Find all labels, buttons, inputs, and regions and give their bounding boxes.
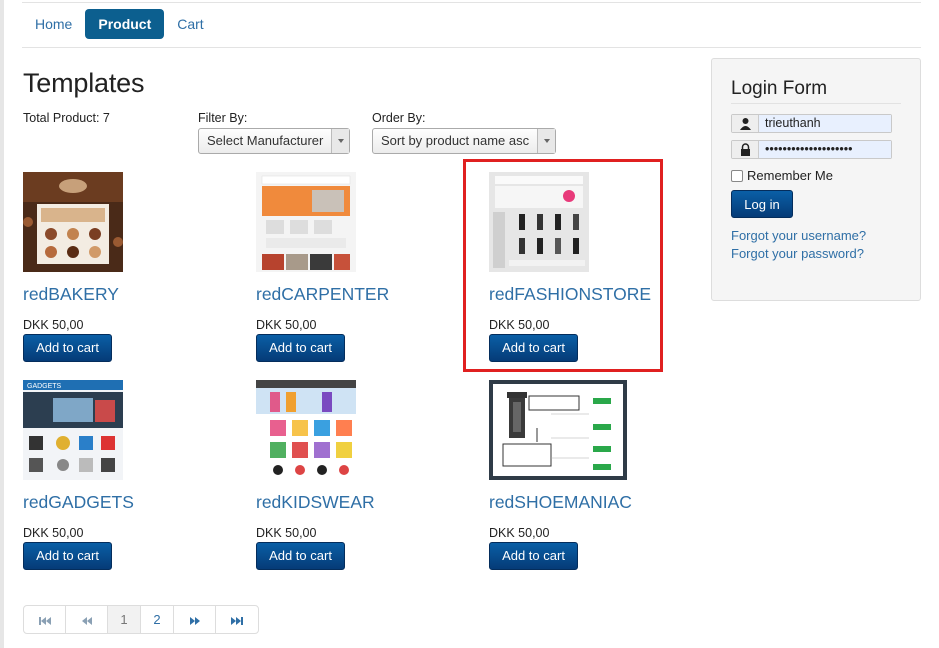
- order-label: Order By:: [372, 111, 426, 125]
- double-chevron-left-icon: [81, 616, 92, 625]
- remember-me-checkbox[interactable]: [731, 169, 743, 182]
- product-thumbnail-shoemaniac[interactable]: [489, 380, 627, 480]
- double-chevron-last-icon: [231, 616, 243, 625]
- chevron-down-icon: [331, 129, 349, 153]
- product-card-carpenter: redCARPENTER DKK 50,00 Add to cart: [256, 172, 456, 362]
- nav-divider: [22, 47, 921, 48]
- product-thumbnail-kidswear[interactable]: [256, 380, 356, 480]
- main-nav: Home Product Cart: [22, 9, 217, 41]
- pagination: 1 2: [23, 605, 259, 634]
- product-card-bakery: redBAKERY DKK 50,00 Add to cart: [23, 172, 223, 362]
- product-price: DKK 50,00: [256, 526, 317, 540]
- product-price: DKK 50,00: [256, 318, 317, 332]
- top-divider: [22, 2, 921, 3]
- page-2-button[interactable]: 2: [141, 606, 174, 633]
- nav-home[interactable]: Home: [22, 9, 85, 39]
- password-value: ••••••••••••••••••••: [759, 141, 891, 158]
- page-1-button[interactable]: 1: [108, 606, 141, 633]
- add-to-cart-button[interactable]: Add to cart: [256, 542, 345, 570]
- login-button[interactable]: Log in: [731, 190, 793, 218]
- product-thumbnail-gadgets[interactable]: GADGETS: [23, 380, 123, 480]
- product-name-link[interactable]: redBAKERY: [23, 284, 119, 305]
- product-card-kidswear: redKIDSWEAR DKK 50,00 Add to cart: [256, 380, 456, 570]
- product-card-shoemaniac: redSHOEMANIAC DKK 50,00 Add to cart: [489, 380, 689, 570]
- product-name-link[interactable]: redCARPENTER: [256, 284, 389, 305]
- forgot-username-link[interactable]: Forgot your username?: [731, 228, 866, 243]
- username-value: trieuthanh: [759, 115, 891, 132]
- highlight-box: [463, 159, 663, 372]
- product-name-link[interactable]: redGADGETS: [23, 492, 134, 513]
- product-name-link[interactable]: redKIDSWEAR: [256, 492, 375, 513]
- add-to-cart-button[interactable]: Add to cart: [23, 542, 112, 570]
- double-chevron-right-icon: [189, 616, 200, 625]
- order-select[interactable]: Sort by product name asc: [372, 128, 556, 154]
- left-border: [0, 0, 4, 648]
- next-page-button[interactable]: [174, 606, 216, 633]
- add-to-cart-button[interactable]: Add to cart: [489, 542, 578, 570]
- product-thumbnail-carpenter[interactable]: [256, 172, 356, 272]
- user-icon: [732, 115, 759, 132]
- product-card-gadgets: GADGETS redGADGETS DKK 50,00 Add to cart: [23, 380, 223, 570]
- password-field[interactable]: ••••••••••••••••••••: [731, 140, 892, 159]
- login-form: Login Form trieuthanh ••••••••••••••••••…: [711, 58, 921, 301]
- product-price: DKK 50,00: [23, 318, 84, 332]
- remember-me-label: Remember Me: [747, 168, 833, 183]
- product-thumbnail-bakery[interactable]: [23, 172, 123, 272]
- manufacturer-select[interactable]: Select Manufacturer: [198, 128, 350, 154]
- nav-cart[interactable]: Cart: [164, 9, 216, 39]
- manufacturer-select-value: Select Manufacturer: [207, 133, 324, 148]
- product-price: DKK 50,00: [23, 526, 84, 540]
- login-divider: [731, 103, 901, 104]
- svg-text:GADGETS: GADGETS: [27, 383, 62, 390]
- username-field[interactable]: trieuthanh: [731, 114, 892, 133]
- product-price: DKK 50,00: [489, 526, 550, 540]
- remember-me[interactable]: Remember Me: [731, 168, 833, 183]
- login-form-title: Login Form: [731, 78, 828, 99]
- chevron-down-icon: [537, 129, 555, 153]
- nav-product[interactable]: Product: [85, 9, 165, 39]
- add-to-cart-button[interactable]: Add to cart: [23, 334, 112, 362]
- forgot-password-link[interactable]: Forgot your password?: [731, 246, 864, 261]
- product-name-link[interactable]: redSHOEMANIAC: [489, 492, 632, 513]
- last-page-button[interactable]: [216, 606, 258, 633]
- lock-icon: [732, 141, 759, 158]
- double-chevron-first-icon: [38, 616, 51, 625]
- add-to-cart-button[interactable]: Add to cart: [256, 334, 345, 362]
- first-page-button[interactable]: [24, 606, 66, 633]
- order-select-value: Sort by product name asc: [381, 133, 530, 148]
- page-title: Templates: [23, 68, 145, 98]
- filter-label: Filter By:: [198, 111, 248, 125]
- previous-page-button[interactable]: [66, 606, 108, 633]
- total-product-label: Total Product: 7: [23, 111, 110, 125]
